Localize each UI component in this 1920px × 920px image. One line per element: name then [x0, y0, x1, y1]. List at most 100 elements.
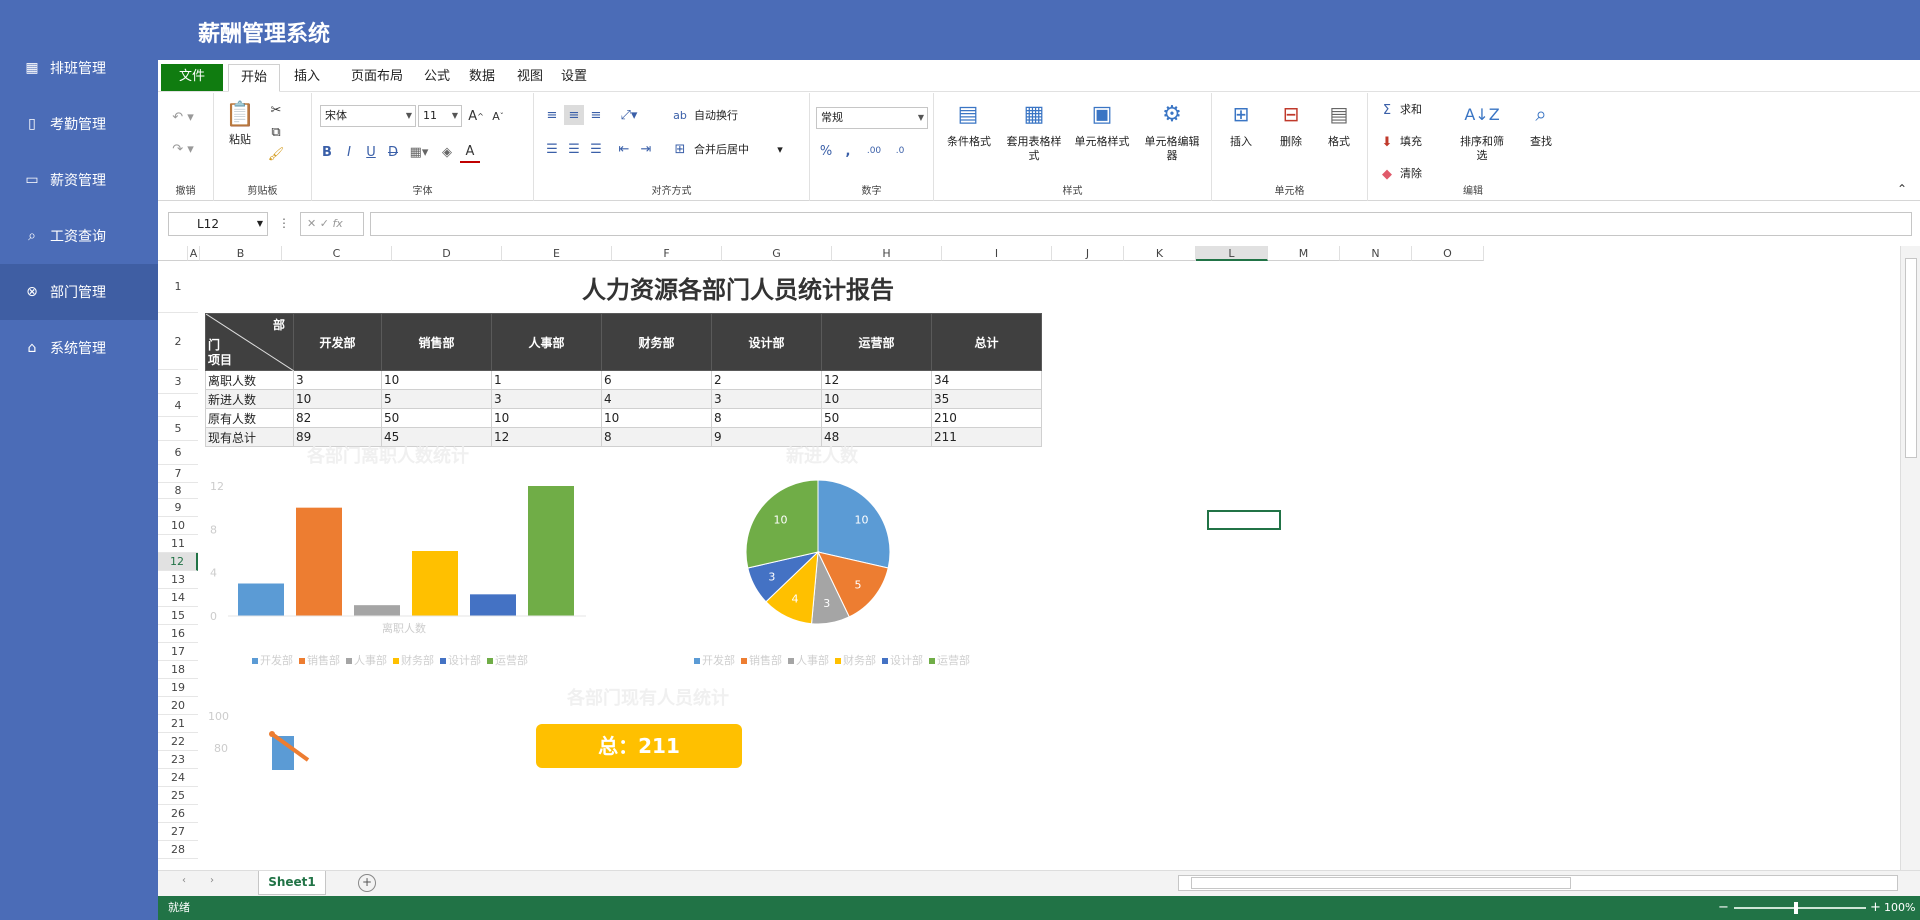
column-header-E[interactable]: E	[502, 246, 612, 261]
selected-cell[interactable]	[1207, 510, 1281, 530]
next-sheet-icon[interactable]: ›	[210, 875, 214, 886]
column-header-N[interactable]: N	[1340, 246, 1412, 261]
grow-font-icon[interactable]: A ^	[466, 105, 486, 127]
merge-dropdown-icon[interactable]: ▾	[774, 143, 786, 157]
row-header-9[interactable]: 9	[158, 499, 198, 517]
redo-icon[interactable]: ↷ ▾	[168, 139, 198, 159]
clear-button[interactable]: 清除	[1400, 167, 1440, 181]
row-header-17[interactable]: 17	[158, 643, 198, 661]
cell-editor-button[interactable]: 单元格编辑器	[1140, 135, 1204, 163]
column-header-G[interactable]: G	[722, 246, 832, 261]
row-header-25[interactable]: 25	[158, 787, 198, 805]
table-style-button[interactable]: 套用表格样式	[1006, 135, 1062, 163]
cell-style-icon[interactable]: ▣	[1086, 99, 1118, 129]
decrease-indent-icon[interactable]: ⇤	[614, 139, 634, 159]
column-header-K[interactable]: K	[1124, 246, 1196, 261]
fill-button[interactable]: 填充	[1400, 135, 1440, 149]
bold-icon[interactable]: B	[318, 141, 336, 163]
underline-icon[interactable]: U	[362, 141, 380, 163]
zoom-slider-handle[interactable]	[1794, 902, 1798, 914]
sum-icon[interactable]: Σ	[1378, 101, 1396, 119]
bar-5[interactable]	[528, 486, 574, 616]
conditional-format-button[interactable]: 条件格式	[938, 135, 1000, 149]
column-header-O[interactable]: O	[1412, 246, 1484, 261]
paste-button[interactable]: 粘贴	[222, 133, 258, 147]
row-header-14[interactable]: 14	[158, 589, 198, 607]
more-icon[interactable]: ⋮	[278, 216, 290, 230]
sidebar-item-0[interactable]: ▦ 排班管理	[0, 40, 158, 96]
wrap-text-icon[interactable]: ab	[670, 105, 690, 125]
tab-4[interactable]: 公式	[418, 64, 456, 92]
vertical-scroll-thumb[interactable]	[1905, 258, 1917, 458]
table-cell[interactable]: 1	[491, 370, 602, 390]
align-top-icon[interactable]: ≡	[542, 105, 562, 125]
row-header-22[interactable]: 22	[158, 733, 198, 751]
align-left-icon[interactable]: ☰	[542, 139, 562, 159]
table-cell[interactable]: 6	[601, 370, 712, 390]
row-header-20[interactable]: 20	[158, 697, 198, 715]
table-cell[interactable]: 3	[711, 389, 822, 409]
vertical-scrollbar[interactable]	[1900, 246, 1920, 870]
row-header-7[interactable]: 7	[158, 465, 198, 483]
cut-icon[interactable]: ✂	[266, 101, 286, 119]
decrease-decimal-icon[interactable]: .0	[888, 141, 912, 161]
delete-cells-icon[interactable]: ⊟	[1276, 99, 1306, 129]
table-cell[interactable]: 5	[381, 389, 492, 409]
fill-icon[interactable]: ⬇	[1378, 133, 1396, 151]
tab-2[interactable]: 插入	[283, 64, 331, 92]
copy-icon[interactable]: ⧉	[266, 123, 286, 141]
bar-3[interactable]	[412, 551, 458, 616]
align-middle-icon[interactable]: ≡	[564, 105, 584, 125]
sidebar-item-5[interactable]: ⌂ 系统管理	[0, 320, 158, 376]
bar-chart[interactable]: 0 4 8 12 离职人数	[198, 466, 588, 666]
border-icon[interactable]: ▦▾	[406, 141, 432, 163]
sidebar-item-4[interactable]: ⊗ 部门管理	[0, 264, 158, 320]
row-header-2[interactable]: 2	[158, 313, 198, 370]
insert-cells-button[interactable]: 插入	[1222, 135, 1260, 149]
horizontal-scroll-thumb[interactable]	[1191, 877, 1571, 889]
font-size-select[interactable]: 11 ▼	[418, 105, 462, 127]
column-header-D[interactable]: D	[392, 246, 502, 261]
bar-4[interactable]	[470, 594, 516, 616]
font-color-icon[interactable]: A	[460, 141, 480, 163]
sum-button[interactable]: 求和	[1400, 103, 1440, 117]
italic-icon[interactable]: I	[340, 141, 358, 163]
row-header-10[interactable]: 10	[158, 517, 198, 535]
sidebar-item-2[interactable]: ▭ 薪资管理	[0, 152, 158, 208]
column-header-B[interactable]: B	[200, 246, 282, 261]
merge-icon[interactable]: ⊞	[670, 139, 690, 159]
bar-0[interactable]	[238, 583, 284, 617]
row-label[interactable]: 原有人数	[205, 408, 294, 428]
row-header-19[interactable]: 19	[158, 679, 198, 697]
spreadsheet[interactable]: ABCDEFGHIJKLMNO 1 2 3 4 5 6 7 8 9 10 11 12 13 14 15 16 1…	[158, 246, 1900, 870]
row-header-18[interactable]: 18	[158, 661, 198, 679]
sidebar-item-3[interactable]: ⌕ 工资查询	[0, 208, 158, 264]
table-cell[interactable]: 50	[381, 408, 492, 428]
table-cell[interactable]: 4	[601, 389, 712, 409]
row-header-21[interactable]: 21	[158, 715, 198, 733]
row-label[interactable]: 离职人数	[205, 370, 294, 390]
table-cell[interactable]: 10	[601, 408, 712, 428]
column-header-I[interactable]: I	[942, 246, 1052, 261]
pie-chart[interactable]: 10 5 3 4 3 10	[718, 472, 918, 632]
table-cell[interactable]: 3	[293, 370, 382, 390]
table-cell[interactable]: 8	[601, 427, 712, 447]
sort-filter-button[interactable]: 排序和筛选	[1456, 135, 1508, 163]
paste-icon[interactable]: 📋	[222, 97, 258, 131]
sidebar-item-1[interactable]: ▯ 考勤管理	[0, 96, 158, 152]
tab-6[interactable]: 视图	[510, 64, 550, 92]
name-box[interactable]: L12 ▼	[168, 212, 268, 236]
row-header-26[interactable]: 26	[158, 805, 198, 823]
table-style-icon[interactable]: ▦	[1018, 99, 1050, 129]
table-cell[interactable]: 12	[821, 370, 932, 390]
table-cell[interactable]: 10	[293, 389, 382, 409]
increase-indent-icon[interactable]: ⇥	[636, 139, 656, 159]
column-header-C[interactable]: C	[282, 246, 392, 261]
increase-decimal-icon[interactable]: .00	[862, 141, 886, 161]
shrink-font-icon[interactable]: Aˇ	[488, 105, 508, 127]
row-header-23[interactable]: 23	[158, 751, 198, 769]
tab-3[interactable]: 页面布局	[343, 64, 411, 92]
delete-cells-button[interactable]: 删除	[1272, 135, 1310, 149]
table-cell[interactable]: 210	[931, 408, 1042, 428]
row-header-24[interactable]: 24	[158, 769, 198, 787]
